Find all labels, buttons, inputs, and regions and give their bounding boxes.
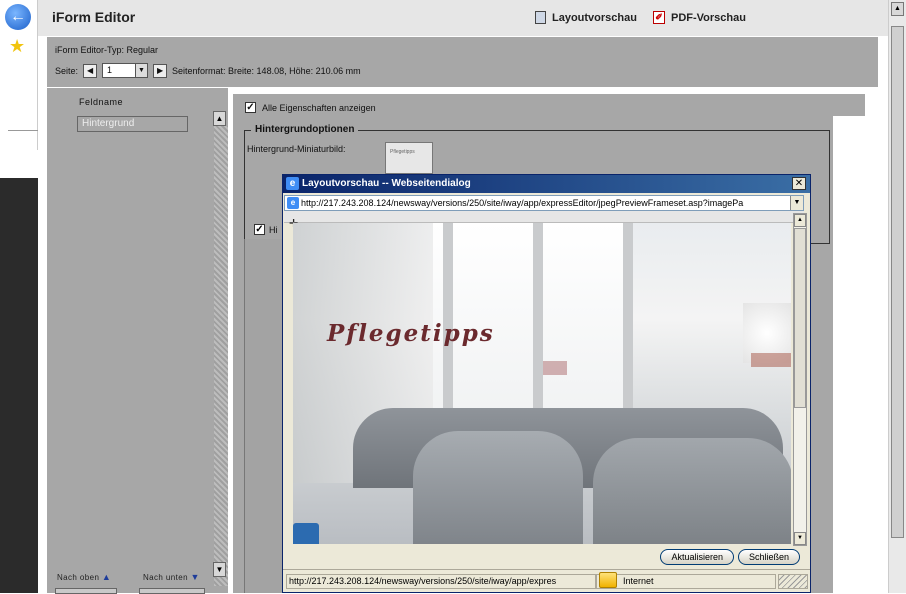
triangle-up-icon: ▲ — [101, 572, 112, 582]
layout-preview-dialog: e Layoutvorschau -- Webseitendialog ✕ e … — [282, 174, 811, 593]
move-up-label: Nach oben — [57, 573, 100, 582]
bottom-button-right[interactable] — [139, 588, 205, 594]
resize-grip-icon[interactable] — [778, 574, 808, 589]
status-url: http://217.243.208.124/newsway/versions/… — [286, 574, 596, 589]
move-down-label: Nach unten — [143, 573, 188, 582]
pdf-preview-button[interactable]: ✐ PDF-Vorschau — [653, 11, 746, 24]
scroll-up-arrow-icon[interactable]: ▲ — [794, 214, 806, 227]
ie-icon: e — [286, 177, 299, 190]
layout-preview-button[interactable]: Layoutvorschau — [535, 11, 637, 24]
background-checkbox[interactable]: ✓ — [254, 224, 265, 235]
sidebar-dark-area — [0, 178, 38, 593]
favorites-star-icon[interactable]: ★ — [9, 36, 25, 57]
field-name-input[interactable]: Hintergrund — [77, 116, 188, 132]
show-all-checkbox[interactable]: ✓ — [245, 102, 256, 113]
sofa-cushion — [413, 431, 583, 544]
scroll-up-arrow-icon[interactable]: ▲ — [891, 2, 904, 16]
zone-label: Internet — [623, 576, 654, 586]
pdf-preview-label: PDF-Vorschau — [671, 11, 746, 24]
thumbnail-label: Hintergrund-Miniaturbild: — [247, 144, 346, 154]
page-scrollbar[interactable]: ▲ — [888, 0, 906, 593]
dialog-scrollbar-thumb[interactable] — [794, 228, 806, 408]
close-button[interactable]: Schließen — [737, 549, 800, 565]
editor-type-text: iForm Editor-Typ: Regular — [55, 45, 159, 55]
move-down-button[interactable]: Nach unten ▼ — [143, 572, 200, 582]
editor-title: iForm Editor — [52, 9, 136, 25]
dialog-scrollbar[interactable]: ▲ ▼ — [793, 213, 807, 546]
scroll-down-button[interactable]: ▼ — [213, 562, 226, 577]
divider — [8, 130, 38, 131]
preview-frame-top — [284, 211, 804, 223]
show-all-properties-row[interactable]: ✓ Alle Eigenschaften anzeigen — [245, 102, 376, 113]
show-all-label: Alle Eigenschaften anzeigen — [262, 102, 376, 113]
page-label: Seite: — [55, 65, 79, 76]
field-list-scrollbar[interactable] — [214, 126, 228, 586]
move-up-button[interactable]: Nach oben ▲ — [57, 572, 111, 582]
editor-header: iForm Editor Layoutvorschau ✐ PDF-Vorsch… — [38, 0, 888, 36]
page-select[interactable]: 1 ▼ — [102, 63, 149, 78]
back-arrow-icon[interactable]: ← — [5, 4, 31, 30]
preview-image: Pflegetipps — [293, 223, 791, 544]
page-select-value: 1 — [107, 65, 113, 75]
decor-accent — [543, 361, 567, 375]
page-format-text: Seitenformat: Breite: 148.08, Höhe: 210.… — [172, 65, 361, 76]
dialog-buttons: Aktualisieren Schließen — [660, 549, 800, 565]
dialog-url: http://217.243.208.124/newsway/versions/… — [301, 198, 744, 208]
scroll-down-arrow-icon[interactable]: ▼ — [794, 532, 806, 545]
document-icon — [535, 11, 546, 24]
dialog-title-bar[interactable]: e Layoutvorschau -- Webseitendialog ✕ — [283, 175, 810, 193]
preview-heading: Pflegetipps — [327, 320, 495, 347]
security-zone: Internet — [596, 574, 776, 589]
folder-icon — [599, 572, 617, 588]
sofa-cushion — [593, 438, 791, 544]
properties-gutter — [833, 116, 865, 593]
triangle-down-icon: ▼ — [190, 572, 200, 582]
prev-page-button[interactable]: ◀ — [83, 63, 98, 78]
scroll-up-button[interactable]: ▲ — [213, 111, 226, 126]
close-icon[interactable]: ✕ — [792, 177, 806, 190]
dialog-address-bar[interactable]: e http://217.243.208.124/newsway/version… — [284, 195, 804, 211]
dialog-status-bar: http://217.243.208.124/newsway/versions/… — [283, 569, 810, 592]
layout-preview-label: Layoutvorschau — [552, 11, 637, 24]
bottle — [293, 523, 319, 544]
chevron-down-icon: ▼ — [135, 64, 148, 77]
field-name-header: Feldname — [79, 97, 124, 107]
scrollbar-thumb[interactable] — [891, 26, 904, 538]
thumbnail-text: Pflegetipps — [390, 149, 415, 155]
bottom-button-left[interactable] — [55, 588, 117, 594]
page-properties-bar: iForm Editor-Typ: Regular Seite: ◀ 1 ▼ ▶… — [47, 37, 878, 87]
background-thumbnail[interactable]: Pflegetipps — [385, 142, 433, 174]
background-options-title: Hintergrundoptionen — [251, 124, 359, 135]
browser-sidebar: ← ★ — [0, 0, 38, 593]
pdf-icon: ✐ — [653, 11, 665, 24]
background-checkbox-label: Hi — [269, 225, 278, 235]
chevron-down-icon[interactable]: ▼ — [790, 196, 803, 210]
dialog-title: Layoutvorschau -- Webseitendialog — [302, 178, 471, 189]
page-controls: Seite: ◀ 1 ▼ ▶ Seitenformat: Breite: 148… — [55, 63, 361, 78]
field-list-panel: Feldname Hintergrund ▲ ▼ Nach oben ▲ Nac… — [47, 88, 228, 594]
next-page-button[interactable]: ▶ — [153, 63, 168, 78]
refresh-button[interactable]: Aktualisieren — [660, 549, 734, 565]
ie-page-icon: e — [287, 197, 299, 209]
decor-accent — [751, 353, 791, 367]
